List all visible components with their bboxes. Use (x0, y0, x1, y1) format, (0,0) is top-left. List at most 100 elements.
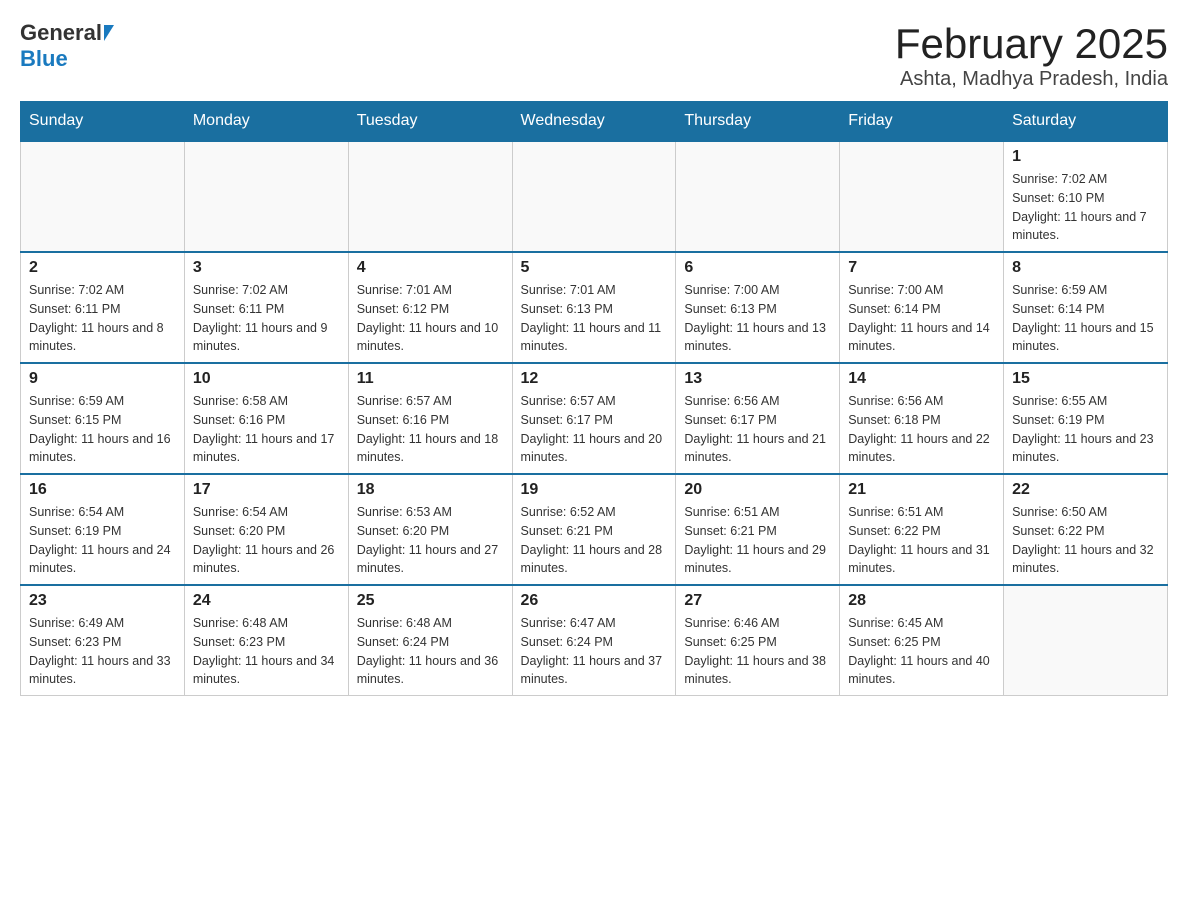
day-number: 20 (684, 481, 831, 499)
day-number: 2 (29, 259, 176, 277)
table-row: 20Sunrise: 6:51 AMSunset: 6:21 PMDayligh… (676, 474, 840, 585)
table-row (184, 141, 348, 252)
day-info: Sunrise: 6:57 AMSunset: 6:16 PMDaylight:… (357, 392, 504, 467)
calendar-week-row: 9 Sunrise: 6:59 AMSunset: 6:15 PMDaylight… (21, 363, 1168, 474)
table-row: 16Sunrise: 6:54 AMSunset: 6:19 PMDayligh… (21, 474, 185, 585)
table-row: 9 Sunrise: 6:59 AMSunset: 6:15 PMDaylight… (21, 363, 185, 474)
day-info: Sunrise: 7:00 AMSunset: 6:14 PMDaylight:… (848, 281, 995, 356)
header-monday: Monday (184, 102, 348, 142)
day-info: Sunrise: 6:54 AMSunset: 6:20 PMDaylight:… (193, 503, 340, 578)
table-row (348, 141, 512, 252)
table-row: 23 Sunrise: 6:49 AMSunset: 6:23 PMDayligh… (21, 585, 185, 696)
day-number: 8 (1012, 259, 1159, 277)
table-row (512, 141, 676, 252)
table-row: 5 Sunrise: 7:01 AMSunset: 6:13 PMDaylight… (512, 252, 676, 363)
day-number: 19 (521, 481, 668, 499)
table-row: 7 Sunrise: 7:00 AMSunset: 6:14 PMDaylight… (840, 252, 1004, 363)
day-number: 9 (29, 370, 176, 388)
logo-triangle-icon (104, 25, 114, 41)
day-number: 17 (193, 481, 340, 499)
day-info: Sunrise: 6:50 AMSunset: 6:22 PMDaylight:… (1012, 503, 1159, 578)
title-block: February 2025 Ashta, Madhya Pradesh, Ind… (895, 20, 1168, 91)
table-row: 26 Sunrise: 6:47 AMSunset: 6:24 PMDayligh… (512, 585, 676, 696)
day-info: Sunrise: 7:02 AMSunset: 6:10 PMDaylight:… (1012, 170, 1159, 245)
table-row: 4 Sunrise: 7:01 AMSunset: 6:12 PMDaylight… (348, 252, 512, 363)
day-number: 1 (1012, 148, 1159, 166)
day-number: 10 (193, 370, 340, 388)
day-info: Sunrise: 6:45 AMSunset: 6:25 PMDaylight:… (848, 614, 995, 689)
table-row: 15 Sunrise: 6:55 AMSunset: 6:19 PMDayligh… (1004, 363, 1168, 474)
table-row: 11 Sunrise: 6:57 AMSunset: 6:16 PMDayligh… (348, 363, 512, 474)
day-number: 24 (193, 592, 340, 610)
table-row: 27Sunrise: 6:46 AMSunset: 6:25 PMDayligh… (676, 585, 840, 696)
table-row: 14 Sunrise: 6:56 AMSunset: 6:18 PMDayligh… (840, 363, 1004, 474)
day-number: 13 (684, 370, 831, 388)
table-row: 3Sunrise: 7:02 AMSunset: 6:11 PMDaylight… (184, 252, 348, 363)
table-row (1004, 585, 1168, 696)
day-info: Sunrise: 7:02 AMSunset: 6:11 PMDaylight:… (29, 281, 176, 356)
calendar-header-row: Sunday Monday Tuesday Wednesday Thursday… (21, 102, 1168, 142)
table-row: 1 Sunrise: 7:02 AMSunset: 6:10 PMDaylight… (1004, 141, 1168, 252)
table-row: 22Sunrise: 6:50 AMSunset: 6:22 PMDayligh… (1004, 474, 1168, 585)
day-number: 7 (848, 259, 995, 277)
table-row: 13 Sunrise: 6:56 AMSunset: 6:17 PMDayligh… (676, 363, 840, 474)
day-number: 23 (29, 592, 176, 610)
header-saturday: Saturday (1004, 102, 1168, 142)
header-thursday: Thursday (676, 102, 840, 142)
day-info: Sunrise: 7:00 AMSunset: 6:13 PMDaylight:… (684, 281, 831, 356)
logo: General Blue (20, 20, 114, 72)
table-row: 24 Sunrise: 6:48 AMSunset: 6:23 PMDayligh… (184, 585, 348, 696)
day-info: Sunrise: 6:48 AMSunset: 6:23 PMDaylight:… (193, 614, 340, 689)
day-info: Sunrise: 6:54 AMSunset: 6:19 PMDaylight:… (29, 503, 176, 578)
calendar-week-row: 1 Sunrise: 7:02 AMSunset: 6:10 PMDaylight… (21, 141, 1168, 252)
day-number: 4 (357, 259, 504, 277)
day-info: Sunrise: 6:58 AMSunset: 6:16 PMDaylight:… (193, 392, 340, 467)
table-row: 10 Sunrise: 6:58 AMSunset: 6:16 PMDayligh… (184, 363, 348, 474)
day-number: 26 (521, 592, 668, 610)
table-row: 19 Sunrise: 6:52 AMSunset: 6:21 PMDayligh… (512, 474, 676, 585)
page-header: General Blue February 2025 Ashta, Madhya… (20, 20, 1168, 91)
day-number: 21 (848, 481, 995, 499)
day-info: Sunrise: 6:56 AMSunset: 6:18 PMDaylight:… (848, 392, 995, 467)
day-number: 5 (521, 259, 668, 277)
day-info: Sunrise: 6:51 AMSunset: 6:22 PMDaylight:… (848, 503, 995, 578)
table-row: 25 Sunrise: 6:48 AMSunset: 6:24 PMDayligh… (348, 585, 512, 696)
day-number: 15 (1012, 370, 1159, 388)
header-sunday: Sunday (21, 102, 185, 142)
table-row: 8Sunrise: 6:59 AMSunset: 6:14 PMDaylight… (1004, 252, 1168, 363)
table-row: 12Sunrise: 6:57 AMSunset: 6:17 PMDayligh… (512, 363, 676, 474)
table-row: 17 Sunrise: 6:54 AMSunset: 6:20 PMDayligh… (184, 474, 348, 585)
day-number: 6 (684, 259, 831, 277)
logo-general-text: General (20, 20, 102, 46)
table-row (21, 141, 185, 252)
day-number: 11 (357, 370, 504, 388)
day-number: 14 (848, 370, 995, 388)
day-info: Sunrise: 6:55 AMSunset: 6:19 PMDaylight:… (1012, 392, 1159, 467)
month-title: February 2025 (895, 20, 1168, 68)
table-row: 6 Sunrise: 7:00 AMSunset: 6:13 PMDaylight… (676, 252, 840, 363)
day-info: Sunrise: 7:01 AMSunset: 6:12 PMDaylight:… (357, 281, 504, 356)
table-row: 21 Sunrise: 6:51 AMSunset: 6:22 PMDayligh… (840, 474, 1004, 585)
logo-blue-text: Blue (20, 46, 68, 71)
day-number: 25 (357, 592, 504, 610)
day-info: Sunrise: 7:02 AMSunset: 6:11 PMDaylight:… (193, 281, 340, 356)
day-info: Sunrise: 6:57 AMSunset: 6:17 PMDaylight:… (521, 392, 668, 467)
header-tuesday: Tuesday (348, 102, 512, 142)
day-info: Sunrise: 7:01 AMSunset: 6:13 PMDaylight:… (521, 281, 668, 356)
day-number: 27 (684, 592, 831, 610)
table-row: 2 Sunrise: 7:02 AMSunset: 6:11 PMDaylight… (21, 252, 185, 363)
calendar-week-row: 16Sunrise: 6:54 AMSunset: 6:19 PMDayligh… (21, 474, 1168, 585)
header-friday: Friday (840, 102, 1004, 142)
calendar-table: Sunday Monday Tuesday Wednesday Thursday… (20, 101, 1168, 696)
calendar-week-row: 2 Sunrise: 7:02 AMSunset: 6:11 PMDaylight… (21, 252, 1168, 363)
day-info: Sunrise: 6:52 AMSunset: 6:21 PMDaylight:… (521, 503, 668, 578)
day-info: Sunrise: 6:49 AMSunset: 6:23 PMDaylight:… (29, 614, 176, 689)
table-row (676, 141, 840, 252)
location-title: Ashta, Madhya Pradesh, India (895, 68, 1168, 91)
day-info: Sunrise: 6:53 AMSunset: 6:20 PMDaylight:… (357, 503, 504, 578)
day-info: Sunrise: 6:56 AMSunset: 6:17 PMDaylight:… (684, 392, 831, 467)
day-info: Sunrise: 6:47 AMSunset: 6:24 PMDaylight:… (521, 614, 668, 689)
day-info: Sunrise: 6:48 AMSunset: 6:24 PMDaylight:… (357, 614, 504, 689)
table-row: 28Sunrise: 6:45 AMSunset: 6:25 PMDayligh… (840, 585, 1004, 696)
day-info: Sunrise: 6:59 AMSunset: 6:15 PMDaylight:… (29, 392, 176, 467)
